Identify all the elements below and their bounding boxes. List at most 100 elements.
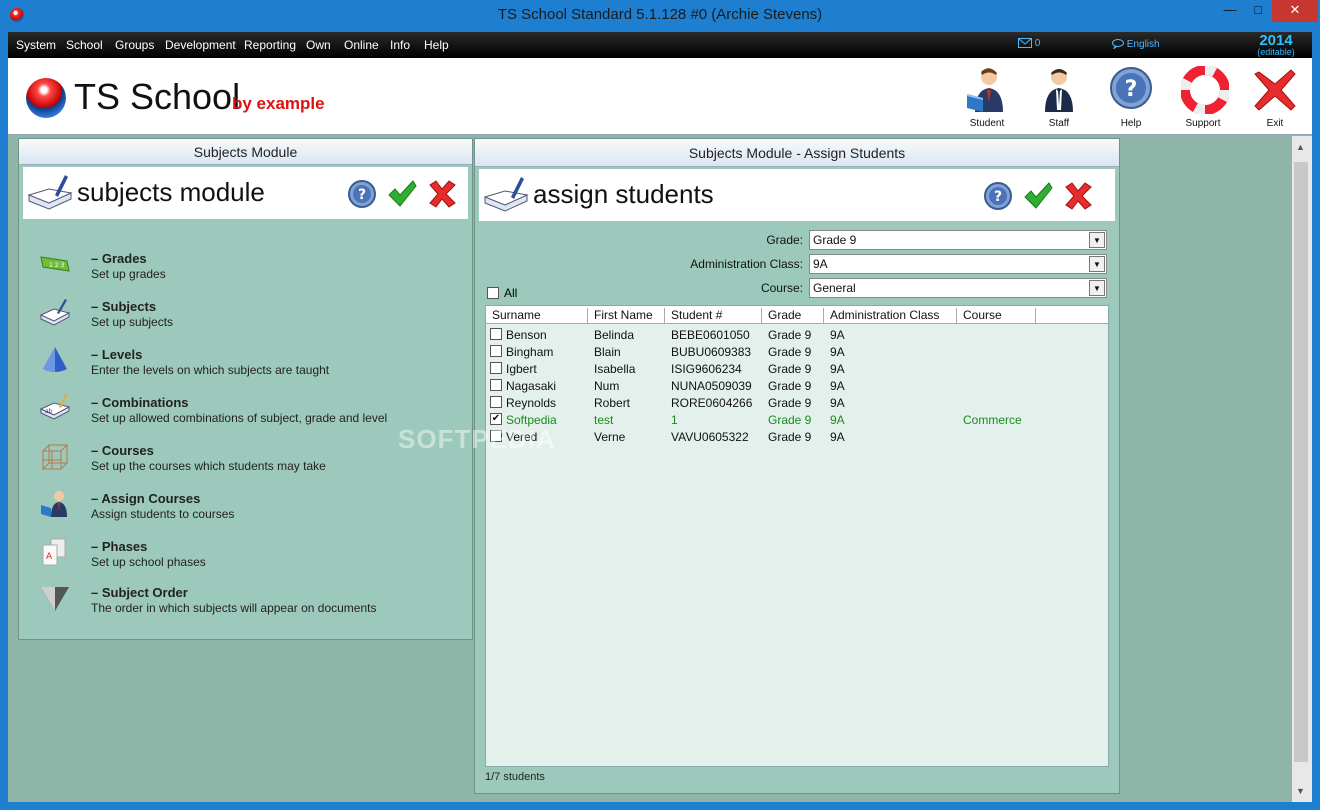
workspace: Subjects Module subjects module ? 1 2 3 …: [8, 136, 1312, 802]
menu-system[interactable]: System: [16, 38, 56, 52]
cell-first-name: Belinda: [594, 328, 635, 342]
cell-first-name: test: [594, 413, 614, 427]
cell-student-number: VAVU0605322: [671, 430, 749, 444]
help-icon: ?: [1110, 67, 1152, 109]
menu-help[interactable]: Help: [424, 38, 449, 52]
cone-icon: [43, 347, 67, 372]
book-pen-icon: [483, 177, 529, 212]
window-title: TS School Standard 5.1.128 #0 (Archie St…: [497, 6, 823, 23]
vertical-scrollbar[interactable]: ▲ ▼: [1292, 136, 1312, 802]
student-button[interactable]: Student: [955, 66, 1019, 132]
maximize-button[interactable]: □: [1244, 0, 1272, 22]
mail-count: 0: [1034, 38, 1041, 49]
confirm-check-icon[interactable]: [1023, 181, 1053, 211]
menu-online[interactable]: Online: [344, 38, 379, 52]
book-pen-icon: [27, 175, 73, 210]
scroll-up-icon[interactable]: ▲: [1296, 142, 1305, 152]
combinations-icon: ab: [39, 393, 71, 420]
support-button[interactable]: Support: [1171, 66, 1235, 132]
cancel-x-icon[interactable]: [1063, 181, 1093, 211]
cell-surname: Igbert: [506, 362, 537, 376]
menu-development[interactable]: Development: [165, 38, 236, 52]
help-icon[interactable]: ?: [347, 179, 377, 209]
cell-administration-class: 9A: [830, 345, 845, 359]
watermark: SOFTPEDIA: [398, 424, 556, 454]
exit-x-icon: [1254, 69, 1296, 111]
menu-info[interactable]: Info: [390, 38, 410, 52]
staff-icon: [1045, 69, 1073, 112]
svg-text:?: ?: [994, 189, 1002, 205]
column-course[interactable]: Course: [957, 308, 1036, 324]
column-student-number[interactable]: Student #: [665, 308, 762, 324]
levels-description: Enter the levels on which subjects are t…: [91, 363, 330, 377]
cancel-x-icon[interactable]: [427, 179, 457, 209]
table-row[interactable]: Bingham Blain BUBU0609383 Grade 9 9A: [486, 343, 1108, 360]
table-row[interactable]: Nagasaki Num NUNA0509039 Grade 9 9A: [486, 377, 1108, 394]
column-first-name[interactable]: First Name: [588, 308, 665, 324]
cell-administration-class: 9A: [830, 362, 845, 376]
grades-icon: 1 2 3: [40, 256, 70, 272]
funnel-icon: [41, 587, 69, 611]
cell-grade: Grade 9: [768, 379, 812, 393]
confirm-check-icon[interactable]: [387, 179, 417, 209]
grade-select-value: Grade 9: [813, 233, 857, 247]
table-row[interactable]: Vered Verne VAVU0605322 Grade 9 9A: [486, 428, 1108, 445]
table-row[interactable]: Benson Belinda BEBE0601050 Grade 9 9A: [486, 326, 1108, 343]
cell-grade: Grade 9: [768, 328, 812, 342]
scroll-down-icon[interactable]: ▼: [1296, 786, 1305, 796]
table-row[interactable]: Igbert Isabella ISIG9606234 Grade 9 9A: [486, 360, 1108, 377]
table-row[interactable]: Reynolds Robert RORE0604266 Grade 9 9A: [486, 394, 1108, 411]
cell-course: Commerce: [963, 413, 1022, 427]
menu-reporting[interactable]: Reporting: [244, 38, 296, 52]
chevron-down-icon[interactable]: ▼: [1089, 280, 1105, 296]
administration-class-select[interactable]: 9A ▼: [809, 254, 1107, 274]
logo-tagline: by example: [232, 94, 325, 113]
table-header: Surname First Name Student # Grade Admin…: [486, 306, 1108, 324]
row-checkbox[interactable]: [490, 345, 502, 357]
select-all-checkbox[interactable]: [487, 287, 499, 299]
svg-text:?: ?: [1125, 77, 1138, 102]
row-checkbox[interactable]: [490, 379, 502, 391]
envelope-icon: [1018, 38, 1032, 49]
row-checkbox[interactable]: [490, 328, 502, 340]
chevron-down-icon[interactable]: ▼: [1089, 256, 1105, 272]
exit-button[interactable]: Exit: [1243, 66, 1307, 132]
assign-students-panel: Subjects Module - Assign Students assign…: [474, 138, 1120, 794]
column-surname[interactable]: Surname: [486, 308, 588, 324]
select-all-label: All: [504, 286, 518, 300]
svg-text:?: ?: [358, 187, 366, 203]
scrollbar-thumb[interactable]: [1294, 162, 1308, 762]
cell-grade: Grade 9: [768, 396, 812, 410]
table-row-selected[interactable]: ✔ Softpedia test 1 Grade 9 9A Commerce: [486, 411, 1108, 428]
cell-grade: Grade 9: [768, 345, 812, 359]
language-selector[interactable]: English: [1112, 39, 1160, 51]
row-checkbox[interactable]: [490, 396, 502, 408]
cell-administration-class: 9A: [830, 379, 845, 393]
chevron-down-icon[interactable]: ▼: [1089, 232, 1105, 248]
column-administration-class[interactable]: Administration Class: [824, 308, 957, 324]
minimize-button[interactable]: —: [1216, 0, 1244, 22]
cell-surname: Bingham: [506, 345, 554, 359]
cell-administration-class: 9A: [830, 413, 845, 427]
cell-first-name: Robert: [594, 396, 631, 410]
menu-own[interactable]: Own: [306, 38, 331, 52]
menu-school[interactable]: School: [66, 38, 103, 52]
grade-select[interactable]: Grade 9 ▼: [809, 230, 1107, 250]
menu-groups[interactable]: Groups: [115, 38, 154, 52]
help-label: Help: [1120, 118, 1142, 129]
speech-bubble-icon: [1112, 39, 1124, 51]
row-checkbox[interactable]: [490, 362, 502, 374]
course-select[interactable]: General ▼: [809, 278, 1107, 298]
cell-first-name: Blain: [594, 345, 621, 359]
close-button[interactable]: ✕: [1272, 0, 1318, 22]
cell-student-number: RORE0604266: [671, 396, 753, 410]
help-toolbar-button[interactable]: ? Help: [1099, 66, 1163, 132]
staff-button[interactable]: Staff: [1027, 66, 1091, 132]
column-grade[interactable]: Grade: [762, 308, 824, 324]
help-icon[interactable]: ?: [983, 181, 1013, 211]
subjects-title: – Subjects: [91, 299, 157, 314]
app-window: TS School Standard 5.1.128 #0 (Archie St…: [0, 0, 1320, 810]
mail-indicator[interactable]: 0: [1018, 38, 1040, 49]
support-label: Support: [1185, 118, 1221, 129]
cell-administration-class: 9A: [830, 396, 845, 410]
